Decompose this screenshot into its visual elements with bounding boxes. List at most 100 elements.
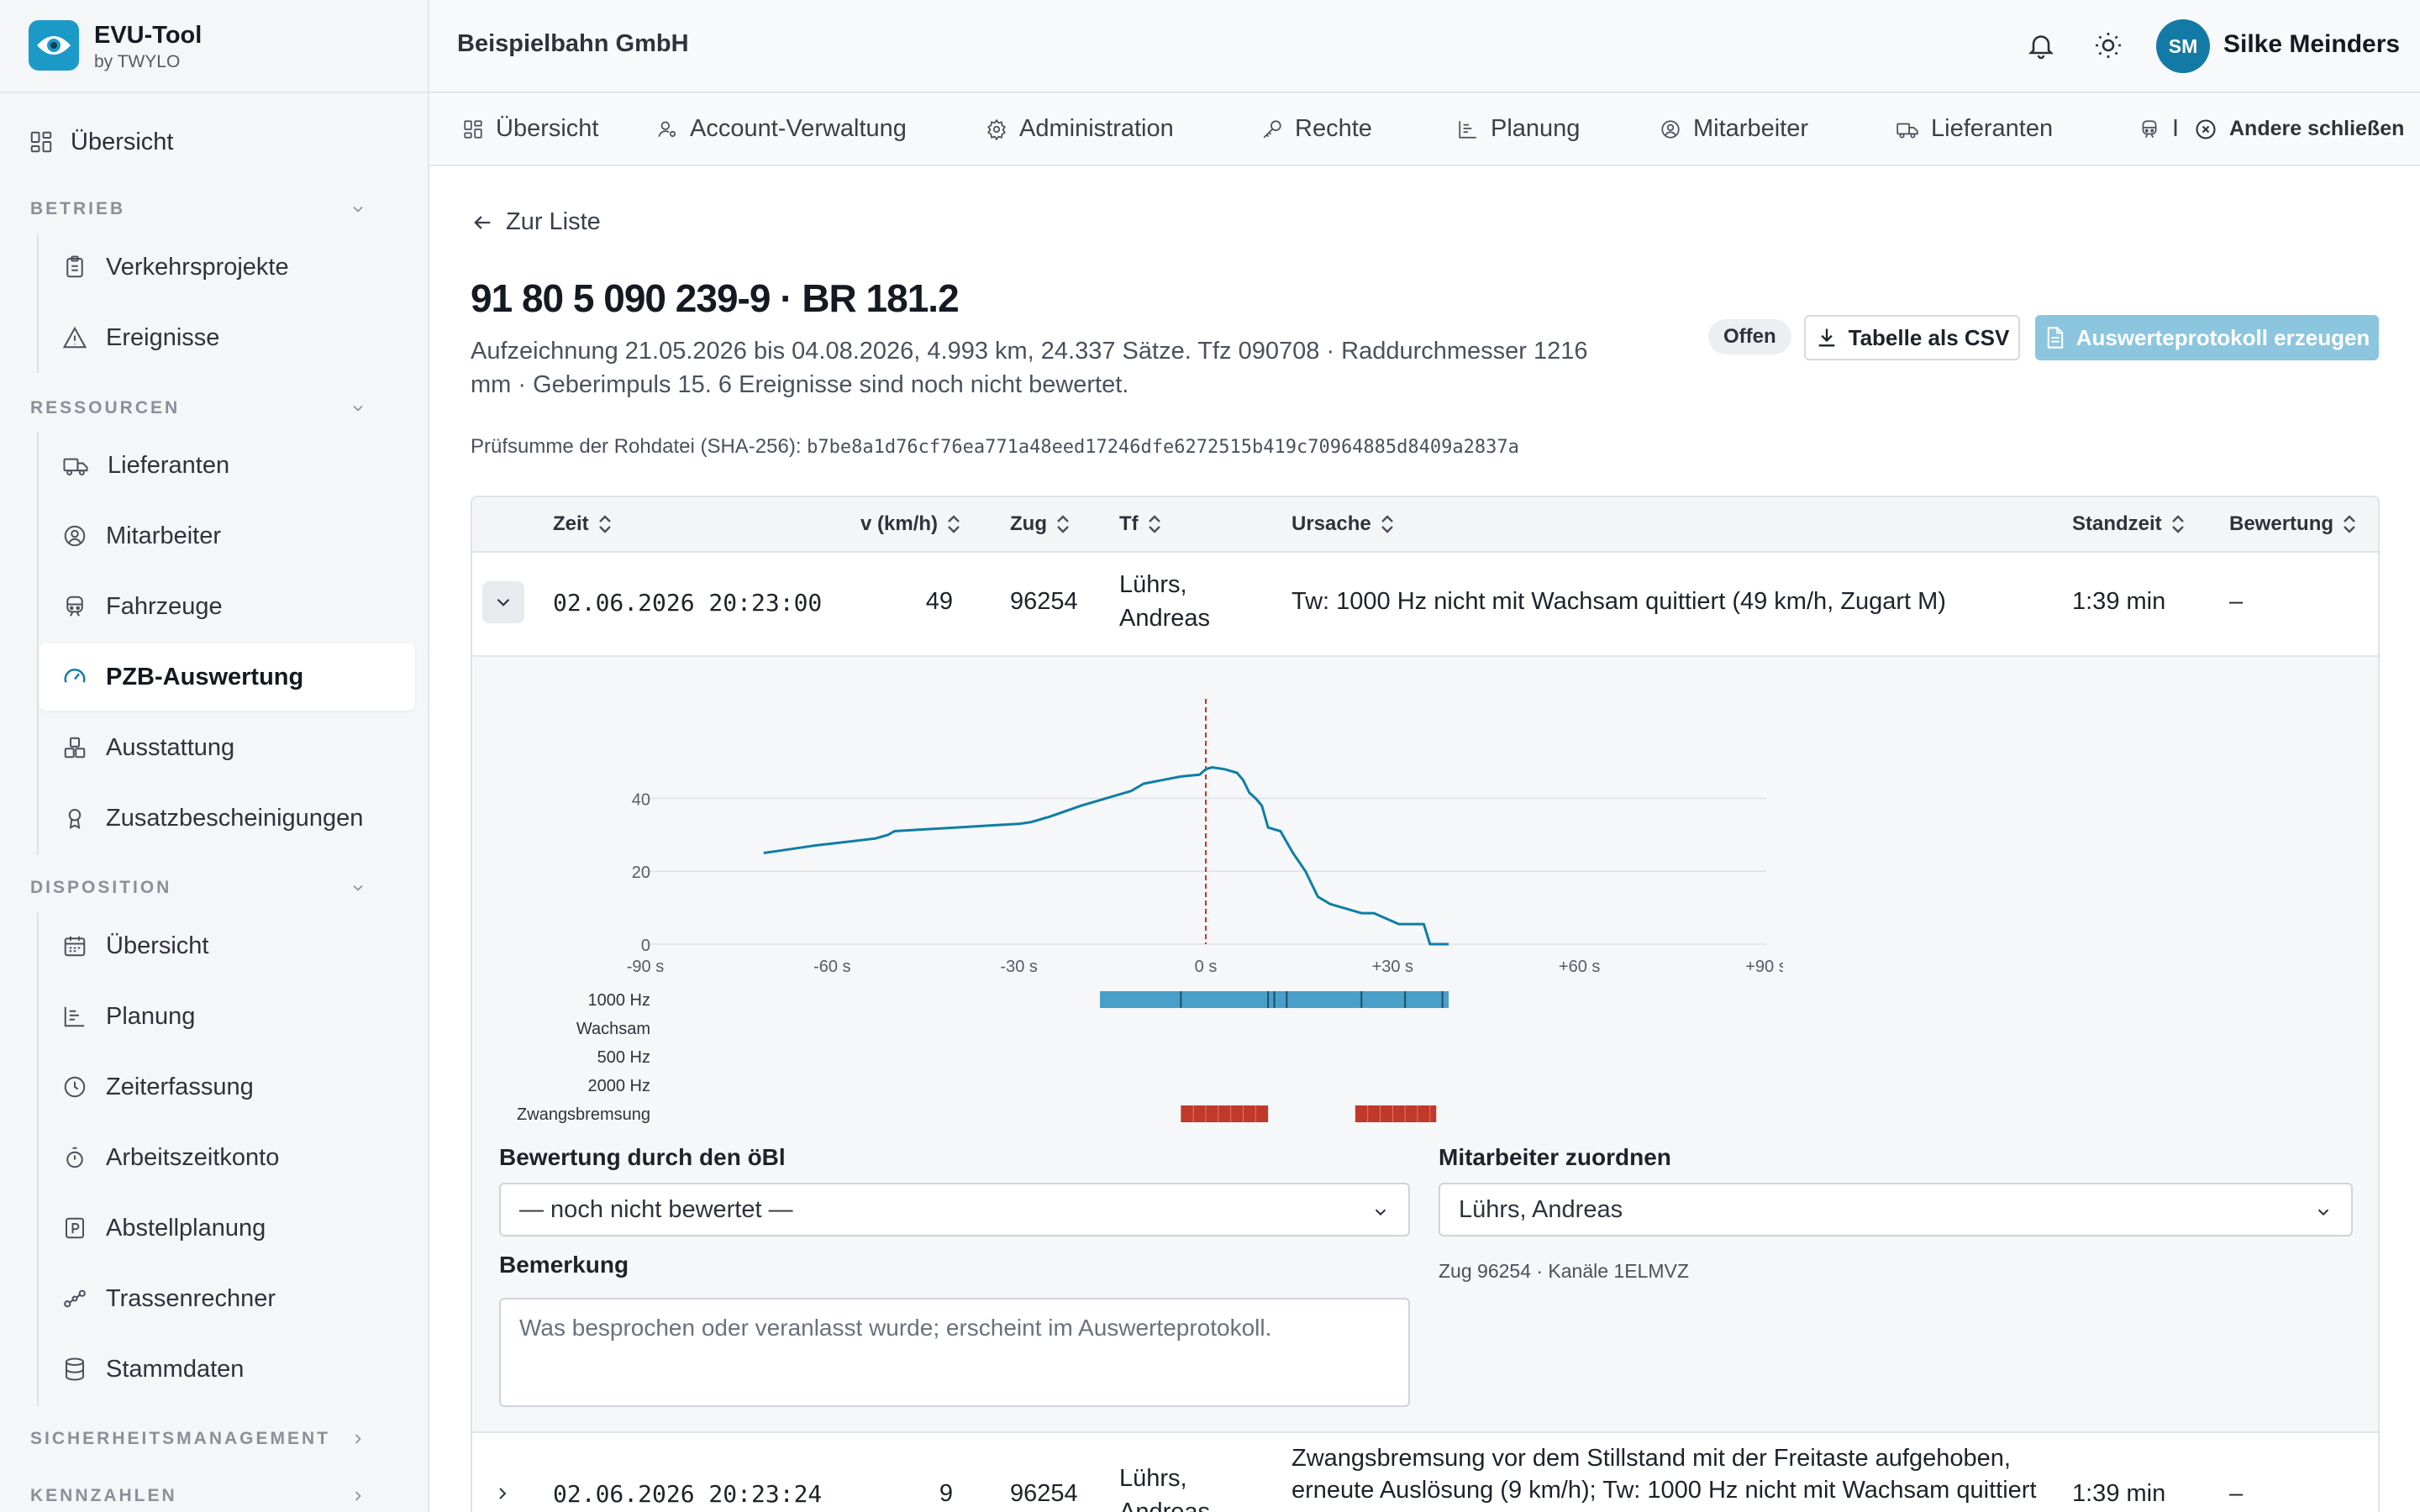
rating-select-value: — noch nicht bewertet —: [519, 1195, 793, 1223]
cell-driver-line2: Andreas: [1119, 605, 1211, 632]
train-icon: [66, 596, 83, 617]
grid-icon: [30, 131, 52, 153]
sidebar-item-ereignisse[interactable]: Ereignisse: [39, 304, 415, 371]
tab-administration[interactable]: Administration: [986, 93, 1174, 165]
generate-protocol-button[interactable]: Auswerteprotokoll erzeugen: [2035, 315, 2379, 360]
section-sicherheitsmanagement[interactable]: SICHERHEITSMANAGEMENT: [30, 1429, 400, 1449]
cell-driver-line1: Lührs,: [1119, 571, 1187, 598]
track-label: Zwangsbremsung: [517, 1105, 650, 1124]
tab-label: Administration: [1019, 115, 1174, 142]
cell-driver-line2: Andreas: [1119, 1499, 1211, 1512]
sidebar-item-zeiterfassung[interactable]: Zeiterfassung: [39, 1053, 415, 1121]
x-tick-label: +60 s: [1559, 958, 1600, 976]
tab-uebersicht[interactable]: Übersicht: [462, 93, 599, 165]
remark-placeholder: Was besprochen oder veranlasst wurde; er…: [519, 1315, 1272, 1341]
close-circle-icon: [2196, 118, 2216, 139]
sidebar-item-trassenrechner[interactable]: Trassenrechner: [39, 1265, 415, 1332]
section-label: KENNZAHLEN: [30, 1486, 177, 1505]
arrow-left-icon: [474, 215, 491, 229]
speed-chart: 0 20 40 -90 s -60 s -30 s 0 s +30 s +60 s +90 s 10…: [517, 699, 1783, 1124]
button-label: Auswerteprotokoll erzeugen: [2075, 324, 2370, 350]
section-label: SICHERHEITSMANAGEMENT: [30, 1429, 331, 1448]
x-tick-label: 0 s: [1195, 958, 1218, 976]
sidebar-item-stammdaten[interactable]: Stammdaten: [39, 1336, 415, 1403]
logo: [29, 20, 79, 71]
route-icon: [64, 1289, 86, 1308]
sidebar-item-pzb-auswertung[interactable]: PZB-Auswertung: [39, 643, 415, 711]
sidebar-item-label: Ausstattung: [106, 733, 235, 761]
eye-icon: [37, 36, 71, 55]
sidebar-item-zusatzbescheinigungen[interactable]: Zusatzbescheinigungen: [39, 785, 415, 852]
section-disposition[interactable]: DISPOSITION: [30, 878, 400, 898]
track-label: 1000 Hz: [588, 991, 651, 1010]
section-kennzahlen[interactable]: KENNZAHLEN: [30, 1486, 400, 1506]
table-row[interactable]: 02.06.2026 20:23:24 9 96254 Lührs, Andre…: [472, 1435, 2378, 1512]
table-row[interactable]: 02.06.2026 20:23:00 49 96254 Lührs, Andr…: [472, 497, 2378, 655]
sidebar-item-mitarbeiter[interactable]: Mitarbeiter: [39, 502, 415, 570]
cell-train: 96254: [1010, 588, 1078, 615]
sidebar-item-verkehrsprojekte[interactable]: Verkehrsprojekte: [39, 234, 415, 301]
page-title: 91 80 5 090 239-9 · BR 181.2: [471, 276, 960, 320]
export-csv-button[interactable]: Tabelle als CSV: [1804, 315, 2020, 360]
close-others-button[interactable]: Andere schließen: [2194, 93, 2404, 165]
section-label: BETRIEB: [30, 199, 126, 218]
user-name[interactable]: Silke Meinders: [2223, 30, 2400, 59]
employee-select-value: Lührs, Andreas: [1459, 1195, 1623, 1223]
checksum-value: b7be8a1d76cf76ea771a48eed17246dfe6272515…: [807, 437, 1519, 458]
bell-icon[interactable]: [2026, 30, 2056, 60]
section-label: RESSOURCEN: [30, 398, 181, 417]
chevron-down-icon: [497, 598, 510, 606]
clipboard-icon: [66, 255, 83, 278]
sidebar-item-dispo-uebersicht[interactable]: Übersicht: [39, 912, 415, 979]
tab-label: Account-Verwaltung: [690, 115, 907, 142]
back-label: Zur Liste: [506, 208, 601, 235]
rating-label: Bewertung durch den öBl: [499, 1144, 786, 1170]
tab-rechte[interactable]: Rechte: [1261, 93, 1372, 165]
tab-account-verwaltung[interactable]: Account-Verwaltung: [656, 93, 907, 165]
avatar[interactable]: SM: [2156, 19, 2210, 73]
tab-label: Übersicht: [496, 115, 599, 142]
timer-icon: [66, 1147, 83, 1168]
user-circle-icon: [64, 525, 86, 547]
tab-lieferanten[interactable]: Lieferanten: [1896, 93, 2053, 165]
gantt-icon: [1459, 120, 1476, 139]
sidebar-item-overview[interactable]: Übersicht: [29, 121, 174, 163]
tab-mitarbeiter[interactable]: Mitarbeiter: [1660, 93, 1808, 165]
remark-label: Bemerkung: [499, 1252, 629, 1278]
train-channels-info: Zug 96254 · Kanäle 1ELMVZ: [1439, 1260, 1689, 1282]
tab-label: Rechte: [1295, 115, 1372, 142]
sun-icon[interactable]: [2093, 30, 2123, 60]
back-link[interactable]: Zur Liste: [471, 208, 601, 236]
cell-train: 96254: [1010, 1480, 1078, 1507]
x-tick-label: -30 s: [1000, 958, 1037, 976]
tab-fahrzeuge-truncated[interactable]: I: [2139, 93, 2179, 165]
grid-icon: [464, 119, 482, 139]
cell-time: 02.06.2026 20:23:24: [553, 1480, 823, 1508]
speed-series-line: [763, 766, 1449, 946]
top-header: Beispielbahn GmbH SM Silke Meinders: [429, 0, 2420, 93]
rating-select[interactable]: — noch nicht bewertet —: [499, 1183, 1410, 1236]
tab-planung[interactable]: Planung: [1457, 93, 1580, 165]
boxes-icon: [64, 737, 86, 759]
track-label: Wachsam: [576, 1020, 650, 1038]
chevron-down-icon: [353, 405, 363, 412]
sidebar-item-planung[interactable]: Planung: [39, 983, 415, 1050]
sidebar-item-ausstattung[interactable]: Ausstattung: [39, 714, 415, 781]
collapse-row-button[interactable]: [482, 581, 524, 623]
key-icon: [1263, 119, 1281, 138]
train-icon: [2142, 119, 2157, 138]
sidebar-item-fahrzeuge[interactable]: Fahrzeuge: [39, 573, 415, 640]
sidebar-item-abstellplanung[interactable]: Abstellplanung: [39, 1194, 415, 1262]
sidebar-item-arbeitszeitkonto[interactable]: Arbeitszeitkonto: [39, 1124, 415, 1191]
sidebar-item-lieferanten[interactable]: Lieferanten: [39, 432, 415, 499]
chevron-right-icon[interactable]: [492, 1483, 513, 1504]
remark-textarea[interactable]: Was besprochen oder veranlasst wurde; er…: [499, 1298, 1410, 1407]
open-tabs-bar: Übersicht Account-Verwaltung Administrat…: [429, 93, 2420, 166]
section-ressourcen[interactable]: RESSOURCEN: [30, 398, 400, 418]
gear-icon: [987, 118, 1006, 140]
page-description: Aufzeichnung 21.05.2026 bis 04.08.2026, …: [471, 338, 1588, 398]
checksum: Prüfsumme der Rohdatei (SHA-256): b7be8a…: [471, 435, 1519, 459]
status-badge: Offen: [1708, 319, 1791, 354]
section-betrieb[interactable]: BETRIEB: [30, 199, 400, 219]
employee-select[interactable]: Lührs, Andreas: [1439, 1183, 2353, 1236]
